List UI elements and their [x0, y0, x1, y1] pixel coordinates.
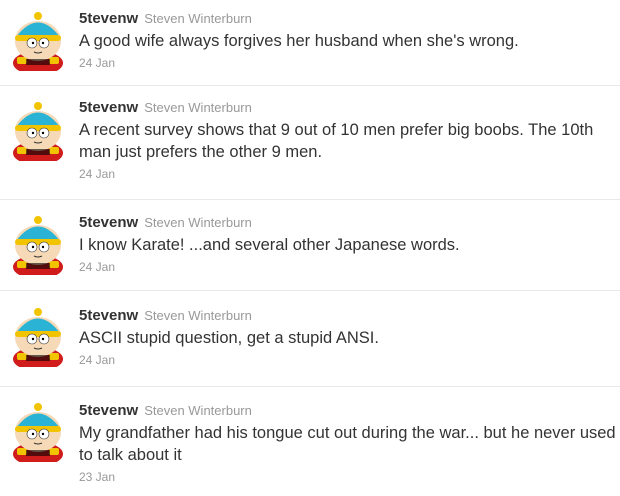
tweet-handle[interactable]: 5tevenw: [79, 402, 138, 419]
tweet-text: A recent survey shows that 9 out of 10 m…: [79, 121, 594, 161]
tweet-item[interactable]: 5tevenw Steven Winterburn ASCII stupid qu…: [0, 290, 620, 387]
tweet-author-name[interactable]: Steven Winterburn: [144, 308, 252, 323]
tweet-timestamp[interactable]: 24 Jan: [79, 167, 620, 181]
tweet-text: ASCII stupid question, get a stupid ANSI…: [79, 329, 379, 347]
tweet-feed: 5tevenw Steven Winterburn A good wife alw…: [0, 0, 620, 496]
tweet-text: My grandfather had his tongue cut out du…: [79, 424, 616, 464]
cartman-avatar[interactable]: [8, 402, 68, 462]
tweet-author-name[interactable]: Steven Winterburn: [144, 215, 252, 230]
cartman-avatar[interactable]: [8, 215, 68, 275]
tweet-handle[interactable]: 5tevenw: [79, 214, 138, 231]
tweet-author-name[interactable]: Steven Winterburn: [144, 403, 252, 418]
tweet-item[interactable]: 5tevenw Steven Winterburn I know Karate! …: [0, 199, 620, 291]
tweet-timestamp[interactable]: 24 Jan: [79, 260, 620, 274]
cartman-avatar[interactable]: [8, 101, 68, 161]
tweet-handle[interactable]: 5tevenw: [79, 99, 138, 116]
tweet-text: A good wife always forgives her husband …: [79, 32, 519, 50]
tweet-handle[interactable]: 5tevenw: [79, 307, 138, 324]
cartman-avatar[interactable]: [8, 307, 68, 367]
tweet-timestamp[interactable]: 23 Jan: [79, 470, 620, 484]
tweet-author-name[interactable]: Steven Winterburn: [144, 11, 252, 26]
tweet-handle[interactable]: 5tevenw: [79, 10, 138, 27]
tweet-timestamp[interactable]: 24 Jan: [79, 56, 620, 70]
tweet-text: I know Karate! ...and several other Japa…: [79, 236, 460, 254]
tweet-item[interactable]: 5tevenw Steven Winterburn A recent survey…: [0, 85, 620, 200]
tweet-author-name[interactable]: Steven Winterburn: [144, 100, 252, 115]
tweet-item[interactable]: 5tevenw Steven Winterburn My grandfather …: [0, 386, 620, 496]
tweet-timestamp[interactable]: 24 Jan: [79, 353, 620, 367]
tweet-item[interactable]: 5tevenw Steven Winterburn A good wife alw…: [0, 0, 620, 86]
cartman-avatar[interactable]: [8, 11, 68, 71]
